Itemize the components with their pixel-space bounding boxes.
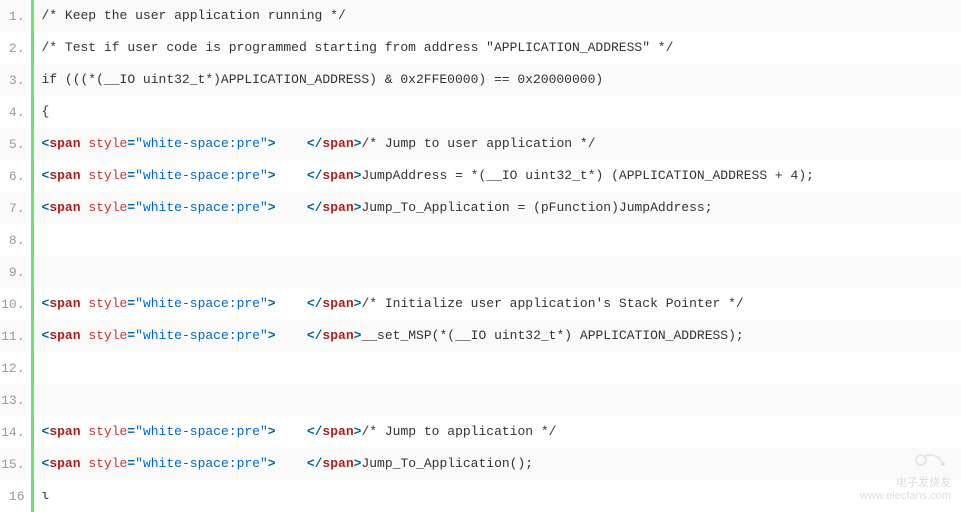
line-number: 5. (0, 128, 32, 160)
code-line: 1./* Keep the user application running *… (0, 0, 961, 32)
line-number: 13. (0, 384, 32, 416)
line-number: 14. (0, 416, 32, 448)
line-content: <span style="white-space:pre"> </span>Ju… (32, 160, 961, 192)
code-line: 4.{ (0, 96, 961, 128)
code-line: 8. (0, 224, 961, 256)
code-line: 15.<span style="white-space:pre"> </span… (0, 448, 961, 480)
line-content: /* Keep the user application running */ (32, 0, 961, 32)
code-line: 16ι (0, 480, 961, 512)
code-line: 7.<span style="white-space:pre"> </span>… (0, 192, 961, 224)
code-line: 12. (0, 352, 961, 384)
code-block: 1./* Keep the user application running *… (0, 0, 961, 512)
line-number: 6. (0, 160, 32, 192)
line-content: <span style="white-space:pre"> </span>Ju… (32, 192, 961, 224)
line-number: 3. (0, 64, 32, 96)
line-number: 8. (0, 224, 32, 256)
code-line: 11.<span style="white-space:pre"> </span… (0, 320, 961, 352)
line-content: <span style="white-space:pre"> </span>/*… (32, 416, 961, 448)
line-content (32, 256, 961, 288)
line-number: 16 (0, 480, 32, 512)
code-line: 5.<span style="white-space:pre"> </span>… (0, 128, 961, 160)
code-line: 9. (0, 256, 961, 288)
line-content: /* Test if user code is programmed start… (32, 32, 961, 64)
line-content: ι (32, 480, 961, 512)
line-number: 12. (0, 352, 32, 384)
line-number: 11. (0, 320, 32, 352)
code-line: 10.<span style="white-space:pre"> </span… (0, 288, 961, 320)
line-content: { (32, 96, 961, 128)
line-content: <span style="white-space:pre"> </span>/*… (32, 288, 961, 320)
line-number: 2. (0, 32, 32, 64)
line-content (32, 224, 961, 256)
code-line: 3.if (((*(__IO uint32_t*)APPLICATION_ADD… (0, 64, 961, 96)
line-content: <span style="white-space:pre"> </span>Ju… (32, 448, 961, 480)
line-number: 9. (0, 256, 32, 288)
line-content: if (((*(__IO uint32_t*)APPLICATION_ADDRE… (32, 64, 961, 96)
line-number: 4. (0, 96, 32, 128)
line-content (32, 352, 961, 384)
line-number: 7. (0, 192, 32, 224)
code-line: 6.<span style="white-space:pre"> </span>… (0, 160, 961, 192)
line-content (32, 384, 961, 416)
line-content: <span style="white-space:pre"> </span>/*… (32, 128, 961, 160)
line-number: 1. (0, 0, 32, 32)
code-line: 14.<span style="white-space:pre"> </span… (0, 416, 961, 448)
code-line: 2./* Test if user code is programmed sta… (0, 32, 961, 64)
code-line: 13. (0, 384, 961, 416)
line-number: 10. (0, 288, 32, 320)
line-number: 15. (0, 448, 32, 480)
line-content: <span style="white-space:pre"> </span>__… (32, 320, 961, 352)
